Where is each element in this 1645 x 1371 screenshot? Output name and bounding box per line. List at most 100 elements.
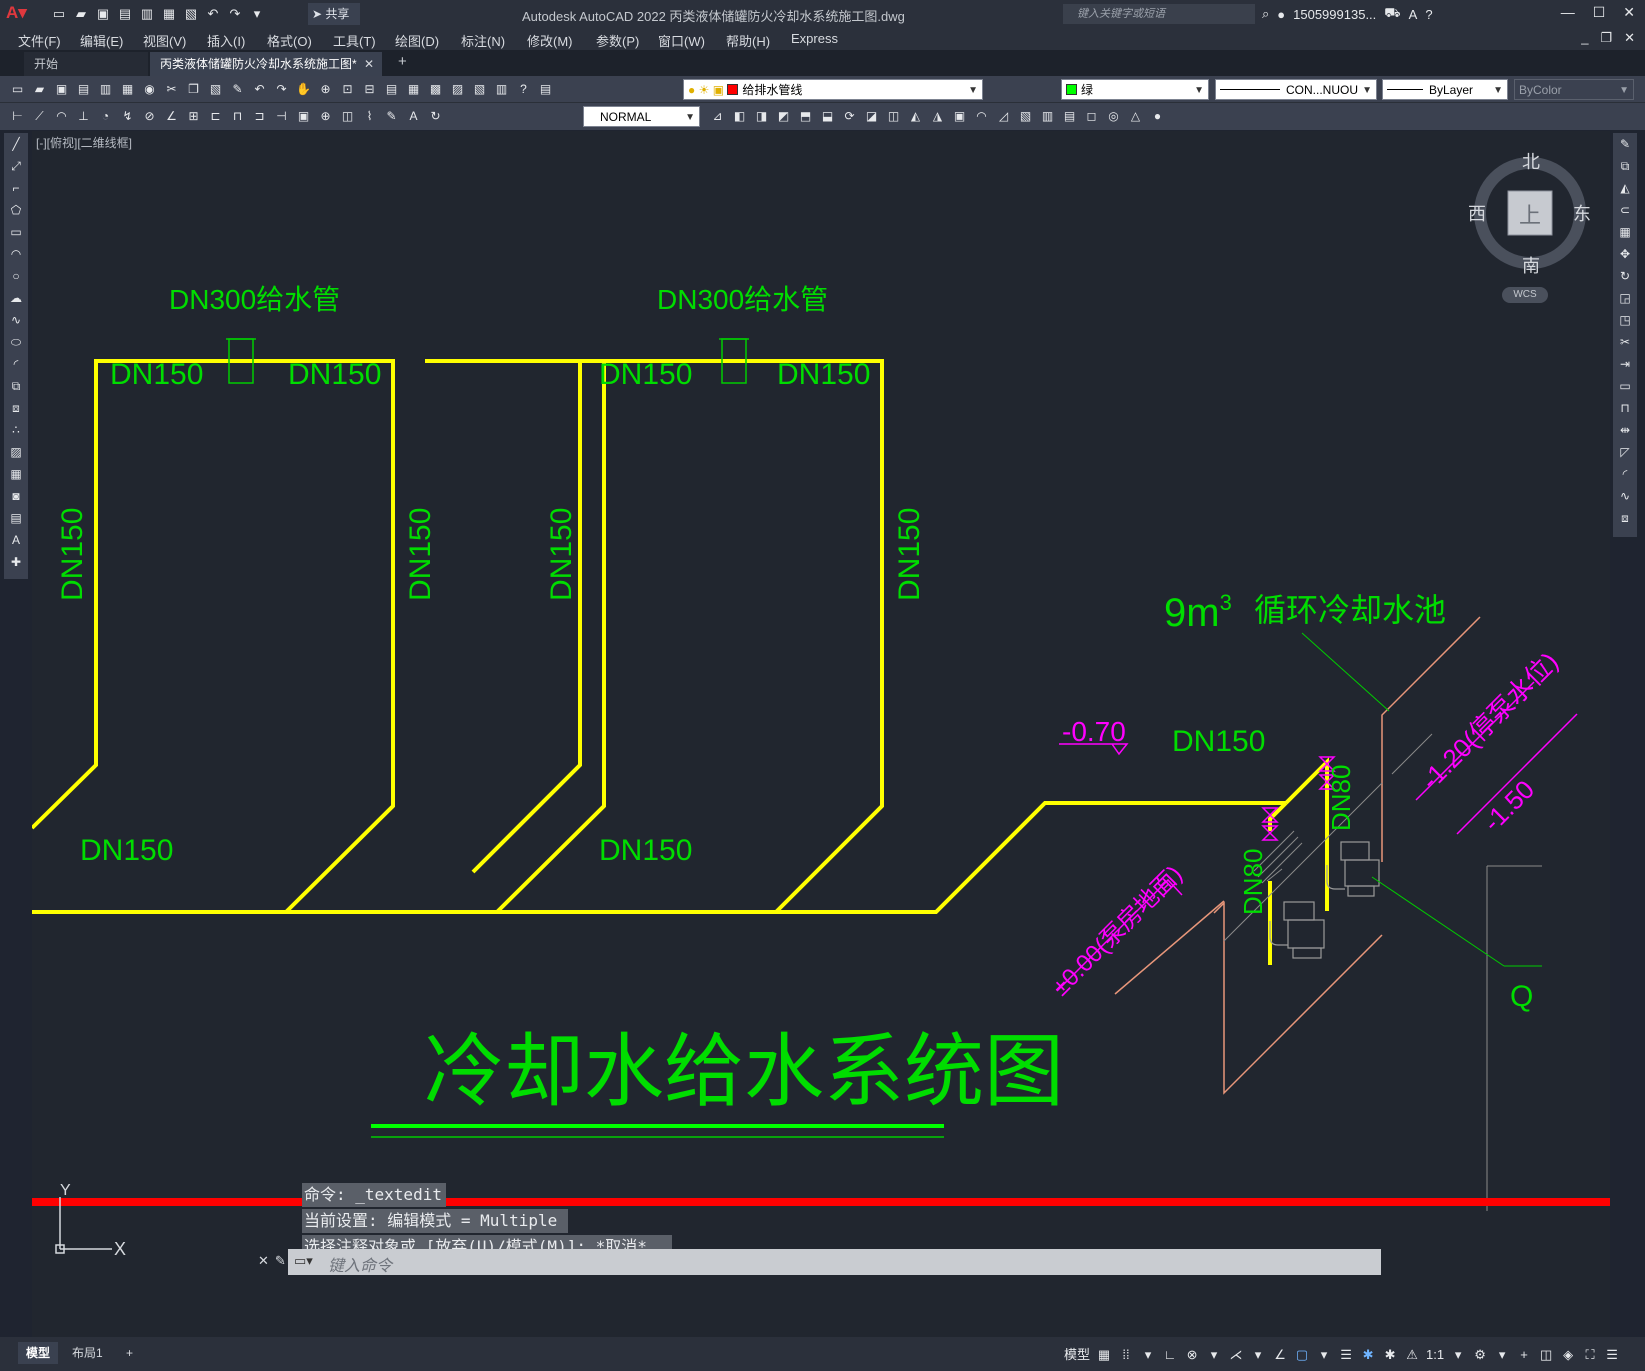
mirror-icon[interactable]: ◭ bbox=[1613, 177, 1637, 199]
menu-modify[interactable]: 修改(M) bbox=[527, 31, 573, 50]
calculator-icon[interactable]: ▥ bbox=[492, 80, 511, 99]
menu-express[interactable]: Express bbox=[791, 31, 838, 46]
ortho-icon[interactable]: ∟ bbox=[1162, 1345, 1178, 1365]
annotation-visibility-icon[interactable]: ✱ bbox=[1360, 1345, 1376, 1365]
spline-icon[interactable]: ∿ bbox=[4, 309, 28, 331]
menu-edit[interactable]: 编辑(E) bbox=[80, 31, 123, 50]
menu-window[interactable]: 窗口(W) bbox=[658, 31, 705, 50]
shell-icon[interactable]: ▣ bbox=[950, 107, 969, 126]
polyline-icon[interactable]: ⌐ bbox=[4, 177, 28, 199]
dim-linear-icon[interactable]: ⊢ bbox=[8, 107, 27, 126]
save-icon[interactable]: ▣ bbox=[94, 5, 112, 23]
solid-history-icon[interactable]: ▤ bbox=[1060, 107, 1079, 126]
dim-ordinate-icon[interactable]: ⊥ bbox=[74, 107, 93, 126]
sheet-set-icon[interactable]: ▨ bbox=[448, 80, 467, 99]
drawing-canvas[interactable]: [-][俯视][二维线框] DN300给水管 DN300给水管 DN150 DN… bbox=[32, 131, 1610, 1337]
menu-file[interactable]: 文件(F) bbox=[18, 31, 61, 50]
sweep-icon[interactable]: ◪ bbox=[862, 107, 881, 126]
zoom-window-icon[interactable]: ⊡ bbox=[338, 80, 357, 99]
erase-icon[interactable]: ✎ bbox=[1613, 133, 1637, 155]
plot-icon[interactable]: ▥ bbox=[138, 5, 156, 23]
compass-east[interactable]: 东 bbox=[1573, 204, 1591, 224]
thicken-icon[interactable]: ◮ bbox=[928, 107, 947, 126]
publish-icon[interactable]: ▦ bbox=[160, 5, 178, 23]
dim-arc-icon[interactable]: ◠ bbox=[52, 107, 71, 126]
properties-icon[interactable]: ▤ bbox=[382, 80, 401, 99]
annotation-scale-icon[interactable]: ⚠ bbox=[1404, 1345, 1420, 1365]
snap-menu-icon[interactable]: ▾ bbox=[1140, 1345, 1156, 1365]
tab-layout1[interactable]: 布局1 bbox=[64, 1342, 111, 1364]
arc-icon[interactable]: ◠ bbox=[4, 243, 28, 265]
plot-icon[interactable]: ▤ bbox=[74, 80, 93, 99]
workspace-menu-icon[interactable]: ▾ bbox=[1494, 1345, 1510, 1365]
cut-icon[interactable]: ✂ bbox=[162, 80, 181, 99]
table-icon[interactable]: ▤ bbox=[4, 507, 28, 529]
dim-update-icon[interactable]: ↻ bbox=[426, 107, 445, 126]
center-mark-icon[interactable]: ⊕ bbox=[316, 107, 335, 126]
menu-format[interactable]: 格式(O) bbox=[267, 31, 312, 50]
dim-radius-icon[interactable]: ◔ bbox=[96, 107, 115, 126]
menu-tools[interactable]: 工具(T) bbox=[333, 31, 376, 50]
match-properties-icon[interactable]: ✎ bbox=[228, 80, 247, 99]
save-icon[interactable]: ▣ bbox=[52, 80, 71, 99]
close-command-icon[interactable]: ✕ bbox=[258, 1253, 269, 1269]
extend-icon[interactable]: ⇥ bbox=[1613, 353, 1637, 375]
wcs-menu[interactable]: WCS bbox=[1502, 287, 1548, 303]
move-icon[interactable]: ✥ bbox=[1613, 243, 1637, 265]
help-icon[interactable]: ? bbox=[1425, 7, 1432, 22]
workspace-icon[interactable]: ⚙ bbox=[1472, 1345, 1488, 1365]
close-icon[interactable]: ✕ bbox=[1623, 4, 1635, 21]
ellipse-arc-icon[interactable]: ◜ bbox=[4, 353, 28, 375]
annotation-scale-value[interactable]: 1:1 bbox=[1426, 1345, 1444, 1365]
compass-west[interactable]: 西 bbox=[1468, 204, 1486, 224]
dim-break-icon[interactable]: ⊣ bbox=[272, 107, 291, 126]
viewcube-top-label[interactable]: 上 bbox=[1519, 203, 1541, 228]
copy-icon[interactable]: ❐ bbox=[184, 80, 203, 99]
menu-parametric[interactable]: 参数(P) bbox=[596, 31, 639, 50]
search-icon[interactable]: ⌕ bbox=[1262, 6, 1269, 22]
lineweight-dropdown[interactable]: ByLayer ▼ bbox=[1382, 79, 1508, 100]
object-snap-tracking-icon[interactable]: ∠ bbox=[1272, 1345, 1288, 1365]
zoom-realtime-icon[interactable]: ⊕ bbox=[316, 80, 335, 99]
fillet-icon[interactable]: ◜ bbox=[1613, 463, 1637, 485]
quick-properties-icon[interactable]: ◈ bbox=[1560, 1345, 1576, 1365]
stretch-icon[interactable]: ◳ bbox=[1613, 309, 1637, 331]
menu-dimension[interactable]: 标注(N) bbox=[461, 31, 505, 50]
cart-icon[interactable]: ⛟ bbox=[1384, 5, 1400, 23]
3d-print-icon[interactable]: ◉ bbox=[140, 80, 159, 99]
array-icon[interactable]: ▦ bbox=[1613, 221, 1637, 243]
linetype-dropdown[interactable]: CON...NUOU ▼ bbox=[1215, 79, 1377, 100]
customization-icon[interactable]: ☰ bbox=[1604, 1345, 1620, 1365]
undo-icon[interactable]: ↶ bbox=[250, 80, 269, 99]
open-icon[interactable]: ▰ bbox=[30, 80, 49, 99]
command-input[interactable]: ▭▾ 键入命令 bbox=[288, 1249, 1381, 1275]
tolerance-icon[interactable]: ▣ bbox=[294, 107, 313, 126]
chamfer-edge-icon[interactable]: ◿ bbox=[994, 107, 1013, 126]
union-icon[interactable]: ◧ bbox=[730, 107, 749, 126]
annotation-scale-menu-icon[interactable]: ▾ bbox=[1450, 1345, 1466, 1365]
dim-edit-icon[interactable]: ✎ bbox=[382, 107, 401, 126]
construction-line-icon[interactable]: ⤢ bbox=[4, 155, 28, 177]
ellipse-icon[interactable]: ⬭ bbox=[4, 331, 28, 353]
object-snap-icon[interactable]: ▢ bbox=[1294, 1345, 1310, 1365]
box-icon[interactable]: ◻ bbox=[1082, 107, 1101, 126]
rotate-icon[interactable]: ↻ bbox=[1613, 265, 1637, 287]
layer-dropdown[interactable]: ● ☀ ▣ 给排水管线 ▼ bbox=[683, 79, 983, 100]
compass-south[interactable]: 南 bbox=[1522, 256, 1540, 275]
new-tab-icon[interactable]: + bbox=[398, 53, 407, 70]
doc-close-icon[interactable]: ✕ bbox=[1624, 30, 1635, 46]
zoom-previous-icon[interactable]: ⊟ bbox=[360, 80, 379, 99]
tool-palettes-icon[interactable]: ▩ bbox=[426, 80, 445, 99]
grid-icon[interactable]: ▦ bbox=[1096, 1345, 1112, 1365]
mtext-icon[interactable]: A bbox=[4, 529, 28, 551]
redo-icon[interactable]: ↷ bbox=[272, 80, 291, 99]
print-icon[interactable]: ▧ bbox=[182, 5, 200, 23]
dim-diameter-icon[interactable]: ⊘ bbox=[140, 107, 159, 126]
region-icon[interactable]: ◙ bbox=[4, 485, 28, 507]
extrude-icon[interactable]: ⬒ bbox=[796, 107, 815, 126]
open-file-icon[interactable]: ▰ bbox=[72, 5, 90, 23]
polygon-icon[interactable]: ⬠ bbox=[4, 199, 28, 221]
quick-dim-icon[interactable]: ⊞ bbox=[184, 107, 203, 126]
doc-minimize-icon[interactable]: _ bbox=[1581, 30, 1588, 46]
dim-style-icon[interactable]: ⊿ bbox=[708, 107, 727, 126]
